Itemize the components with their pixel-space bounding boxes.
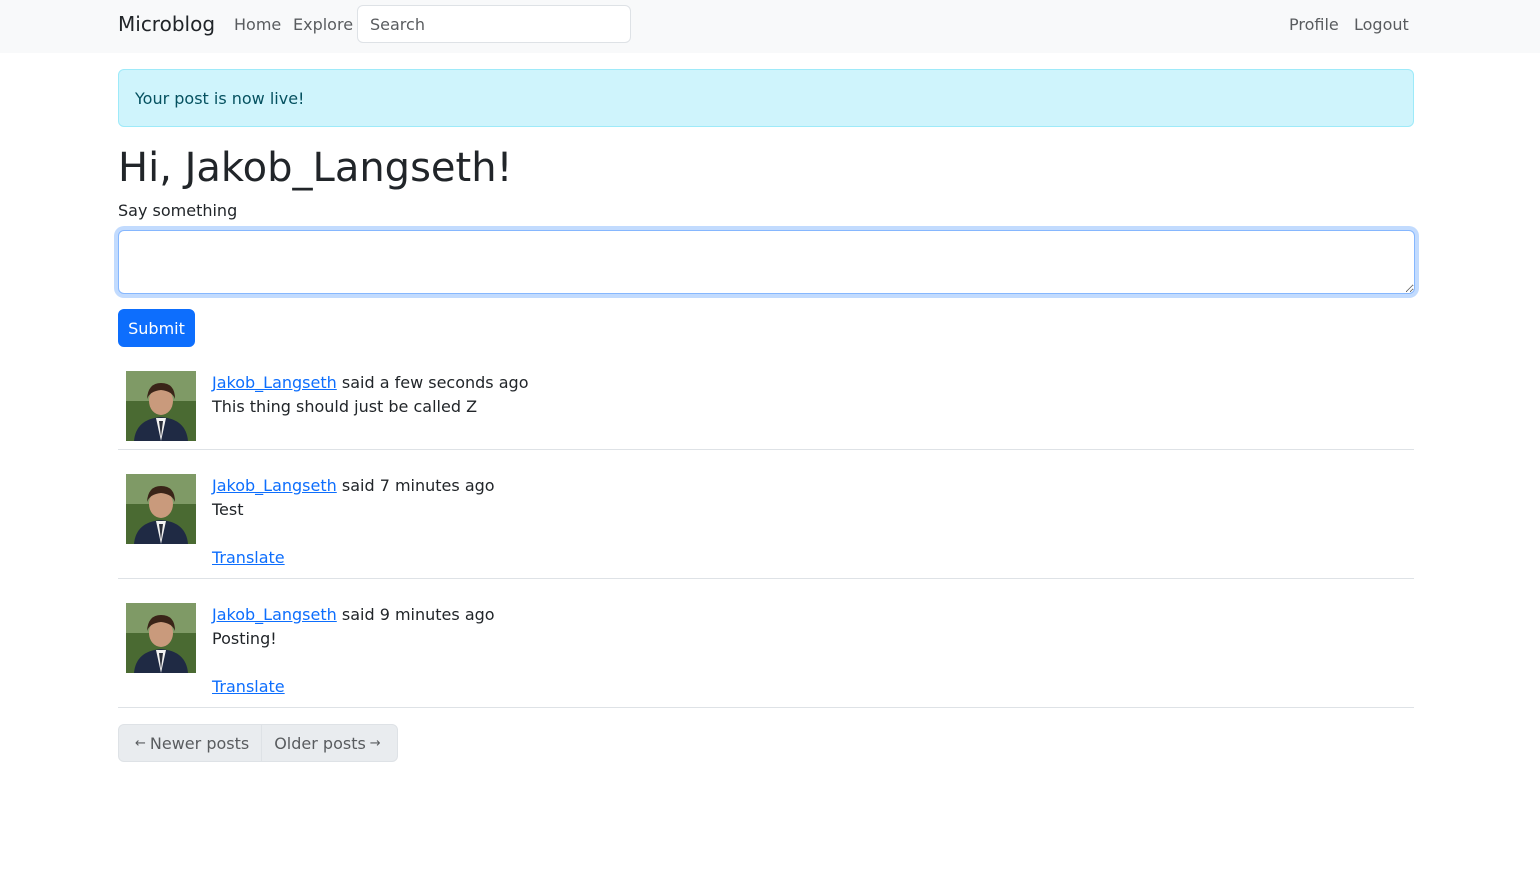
author-link[interactable]: Jakob_Langseth xyxy=(212,605,337,624)
older-posts-button[interactable]: Older posts → xyxy=(261,725,397,761)
post-field-label: Say something xyxy=(118,201,238,220)
avatar[interactable] xyxy=(126,474,196,544)
post-meta: Jakob_Langseth said 7 minutes ago xyxy=(212,476,495,495)
post-timestamp: said a few seconds ago xyxy=(341,373,529,392)
post-meta: Jakob_Langseth said a few seconds ago xyxy=(212,373,528,392)
nav-explore-link[interactable]: Explore xyxy=(293,15,353,34)
page-title: Hi, Jakob_Langseth! xyxy=(118,145,513,191)
nav-logout-link[interactable]: Logout xyxy=(1354,15,1409,34)
pagination: ← Newer posts Older posts → xyxy=(118,724,398,762)
top-navbar: Microblog Home Explore Profile Logout xyxy=(0,0,1540,53)
search-input[interactable] xyxy=(357,5,631,43)
avatar-image xyxy=(126,371,196,441)
post-body: Test xyxy=(212,500,244,519)
author-link[interactable]: Jakob_Langseth xyxy=(212,373,337,392)
post-item: Jakob_Langseth said 7 minutes ago Test T… xyxy=(118,464,1414,579)
avatar[interactable] xyxy=(126,371,196,441)
post-timestamp: said 7 minutes ago xyxy=(341,476,495,495)
newer-posts-button[interactable]: ← Newer posts xyxy=(119,725,261,761)
post-item: Jakob_Langseth said 9 minutes ago Postin… xyxy=(118,593,1414,708)
older-posts-label: Older posts xyxy=(274,733,366,753)
arrow-right-icon: → xyxy=(369,735,381,751)
post-body: Posting! xyxy=(212,629,277,648)
post-item: Jakob_Langseth said a few seconds ago Th… xyxy=(118,361,1414,450)
translate-link[interactable]: Translate xyxy=(212,677,285,696)
nav-profile-link[interactable]: Profile xyxy=(1289,15,1339,34)
avatar[interactable] xyxy=(126,603,196,673)
arrow-left-icon: ← xyxy=(135,735,146,751)
author-link[interactable]: Jakob_Langseth xyxy=(212,476,337,495)
post-body: This thing should just be called Z xyxy=(212,397,478,416)
submit-button[interactable]: Submit xyxy=(118,309,195,347)
nav-home-link[interactable]: Home xyxy=(234,15,281,34)
brand-link[interactable]: Microblog xyxy=(118,12,215,36)
avatar-image xyxy=(126,603,196,673)
post-meta: Jakob_Langseth said 9 minutes ago xyxy=(212,605,495,624)
newer-posts-label: Newer posts xyxy=(149,733,250,753)
post-textarea[interactable] xyxy=(118,230,1415,294)
avatar-image xyxy=(126,474,196,544)
post-timestamp: said 9 minutes ago xyxy=(341,605,495,624)
translate-link[interactable]: Translate xyxy=(212,548,285,567)
flash-alert: Your post is now live! xyxy=(118,69,1414,127)
